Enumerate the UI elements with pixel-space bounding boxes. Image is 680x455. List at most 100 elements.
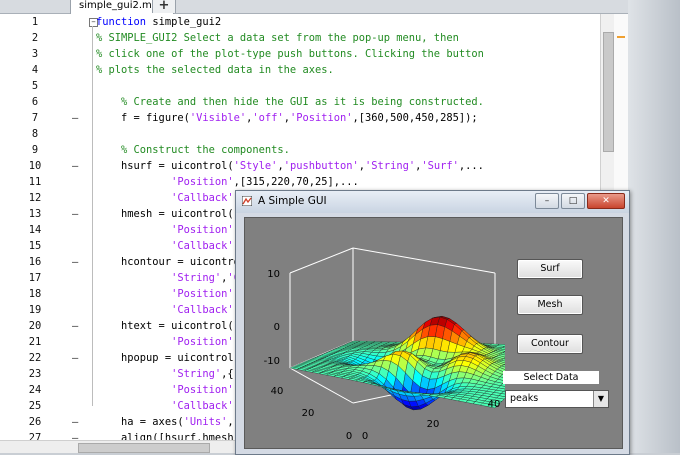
y-tick-label: 20 — [302, 408, 315, 419]
line-number: 21 — [0, 334, 70, 350]
code-token: 'Callback' — [171, 304, 234, 316]
line-number: 26 — [0, 414, 70, 430]
code-text: % Create and then hide the GUI as it is … — [96, 94, 484, 110]
code-token: hcontour = uicontro — [96, 256, 240, 268]
line-number: 14 — [0, 222, 70, 238]
breakpoint-marker[interactable]: – — [72, 350, 88, 366]
data-select-popup[interactable]: peaks ▼ — [505, 390, 609, 408]
mesh-button[interactable]: Mesh — [517, 295, 583, 315]
warning-marker[interactable] — [617, 36, 625, 38]
code-token — [96, 400, 171, 412]
code-token: f = figure( — [96, 112, 190, 124]
surface-plot-axes[interactable]: 10 0 -10 40 20 0 0 20 40 — [245, 218, 505, 448]
code-line[interactable]: 3% click one of the plot-type push butto… — [0, 46, 600, 62]
code-text: 'Callback', — [96, 238, 240, 254]
code-line[interactable]: 11 'Position',[315,220,70,25],... — [0, 174, 600, 190]
code-text: hpopup = uicontrol — [96, 350, 234, 366]
code-token: % click one of the plot-type push button… — [96, 48, 484, 60]
code-token: 'Callback' — [171, 400, 234, 412]
code-token — [96, 336, 171, 348]
code-token: 'Position' — [171, 384, 234, 396]
code-token: 'String' — [171, 368, 221, 380]
code-token: 'Callback' — [171, 192, 234, 204]
window-controls: – □ ✕ — [535, 193, 625, 209]
code-text: 'Callback', — [96, 302, 240, 318]
x-tick-label: 20 — [427, 419, 440, 430]
vertical-scroll-thumb[interactable] — [603, 32, 614, 152]
code-token: , — [227, 416, 233, 428]
peaks-surface — [290, 316, 505, 410]
breakpoint-marker[interactable]: – — [72, 254, 88, 270]
line-number: 16 — [0, 254, 70, 270]
code-text: 'Callback', — [96, 398, 240, 414]
y-tick-label: 0 — [346, 431, 352, 442]
code-line[interactable]: 5 — [0, 78, 600, 94]
code-token: 'off' — [252, 112, 283, 124]
close-button[interactable]: ✕ — [587, 193, 625, 209]
code-token: 'Position' — [171, 288, 234, 300]
code-line[interactable]: 7– f = figure('Visible','off','Position'… — [0, 110, 600, 126]
line-number: 4 — [0, 62, 70, 78]
code-line[interactable]: 9 % Construct the components. — [0, 142, 600, 158]
code-token: % Construct the components. — [96, 144, 290, 156]
code-text: % SIMPLE_GUI2 Select a data set from the… — [96, 30, 459, 46]
line-number: 9 — [0, 142, 70, 158]
code-token — [96, 368, 171, 380]
select-value: peaks — [510, 391, 538, 407]
code-token: 'String' — [171, 272, 221, 284]
line-number: 13 — [0, 206, 70, 222]
code-text: ha = axes('Units', — [96, 414, 234, 430]
tab-label: simple_gui2.m — [79, 0, 152, 14]
line-number: 8 — [0, 126, 70, 142]
breakpoint-marker[interactable]: – — [72, 318, 88, 334]
line-number: 12 — [0, 190, 70, 206]
line-number: 17 — [0, 270, 70, 286]
code-token: % plots the selected data in the axes. — [96, 64, 334, 76]
code-line[interactable]: 1−function simple_gui2 — [0, 14, 600, 30]
breakpoint-marker[interactable]: – — [72, 414, 88, 430]
code-token: 'Position' — [171, 224, 234, 236]
new-tab-button[interactable]: + — [152, 0, 176, 13]
code-token: ,... — [459, 160, 484, 172]
breakpoint-marker[interactable]: – — [72, 158, 88, 174]
code-token — [96, 384, 171, 396]
code-token: simple_gui2 — [152, 16, 221, 28]
maximize-button[interactable]: □ — [561, 193, 585, 209]
code-token: % SIMPLE_GUI2 Select a data set from the… — [96, 32, 459, 44]
code-token: 'Callback' — [171, 240, 234, 252]
window-title-bar[interactable]: A Simple GUI – □ ✕ — [236, 191, 629, 213]
code-token: 'Position' — [290, 112, 353, 124]
code-line[interactable]: 10– hsurf = uicontrol('Style','pushbutto… — [0, 158, 600, 174]
code-token: % Create and then hide the GUI as it is … — [96, 96, 484, 108]
line-number: 10 — [0, 158, 70, 174]
code-text: 'Position',[315,220,70,25],... — [96, 174, 359, 190]
code-token: htext = uicontrol( — [96, 320, 234, 332]
breakpoint-marker[interactable]: – — [72, 110, 88, 126]
code-token: hsurf = uicontrol( — [96, 160, 234, 172]
code-line[interactable]: 2% SIMPLE_GUI2 Select a data set from th… — [0, 30, 600, 46]
code-text: 'String',{' — [96, 366, 240, 382]
surf-button[interactable]: Surf — [517, 259, 583, 279]
x-tick-label: 40 — [488, 399, 501, 410]
code-text: hmesh = uicontrol( — [96, 206, 234, 222]
code-token: hpopup = uicontrol — [96, 352, 234, 364]
code-line[interactable]: 8 — [0, 126, 600, 142]
code-token — [96, 240, 171, 252]
code-token: 'Surf' — [421, 160, 459, 172]
line-number: 25 — [0, 398, 70, 414]
code-text: % click one of the plot-type push button… — [96, 46, 484, 62]
code-line[interactable]: 4 % plots the selected data in the axes. — [0, 62, 600, 78]
line-number: 22 — [0, 350, 70, 366]
code-line[interactable]: 6 % Create and then hide the GUI as it i… — [0, 94, 600, 110]
horizontal-scroll-thumb[interactable] — [78, 443, 210, 453]
code-token: 'Position' — [171, 336, 234, 348]
line-number: 23 — [0, 366, 70, 382]
x-tick-label: 0 — [362, 431, 368, 442]
code-text: 'Position', — [96, 382, 240, 398]
line-number: 18 — [0, 286, 70, 302]
dropdown-arrow-icon[interactable]: ▼ — [593, 391, 608, 407]
minimize-button[interactable]: – — [535, 193, 559, 209]
contour-button[interactable]: Contour — [517, 334, 583, 354]
breakpoint-marker[interactable]: – — [72, 206, 88, 222]
code-token: 'String' — [365, 160, 415, 172]
